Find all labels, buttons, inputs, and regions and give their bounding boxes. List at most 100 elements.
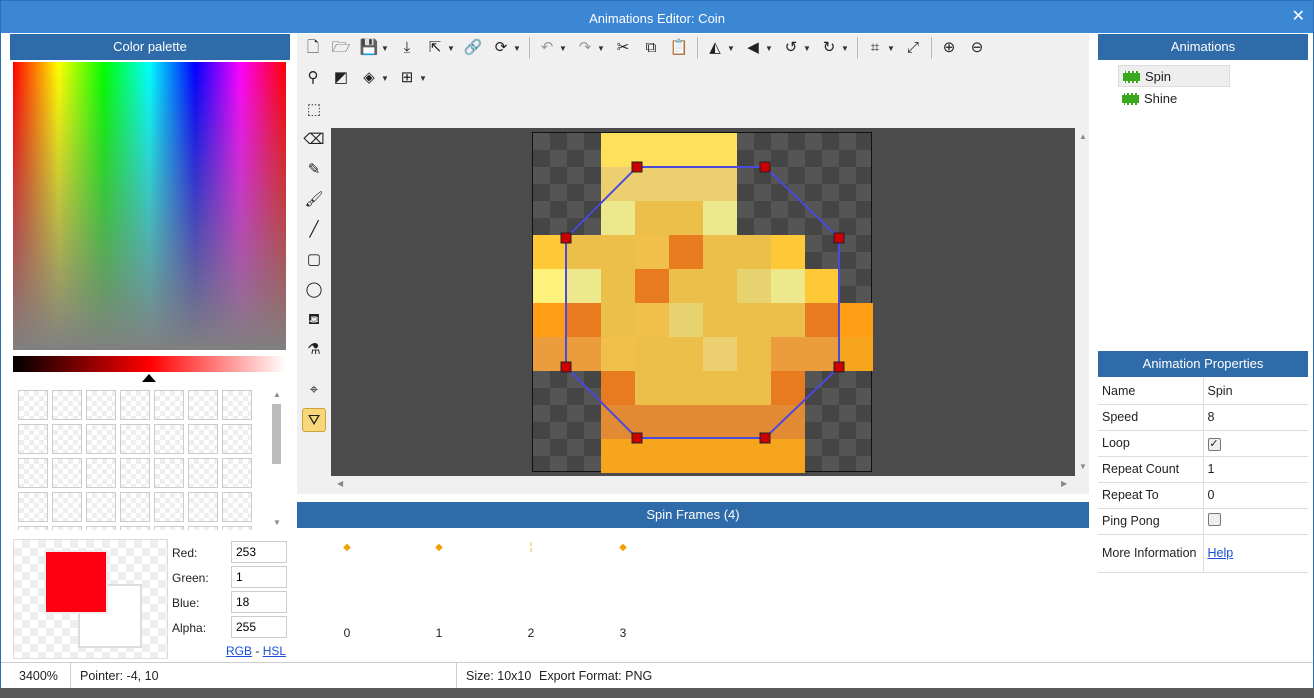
swatch-slot[interactable] (222, 458, 252, 488)
swatch-slot[interactable] (154, 424, 184, 454)
mirror-icon[interactable]: ◭ (703, 36, 727, 60)
swatch-slot[interactable] (120, 424, 150, 454)
swatch-slot[interactable] (18, 424, 48, 454)
repeat-count-value[interactable]: 1 (1203, 456, 1308, 483)
frame-thumbnail[interactable]: ¦ (511, 542, 551, 562)
animation-item-spin[interactable]: Spin (1118, 65, 1230, 87)
export-icon[interactable]: ⇱ (423, 36, 447, 60)
eraser-icon[interactable]: ⌫ (302, 128, 326, 152)
scroll-right-icon[interactable]: ▶ (1061, 479, 1067, 488)
dropdown-arrow-icon[interactable]: ▼ (447, 44, 455, 53)
canvas-area[interactable] (331, 128, 1075, 476)
zoom-in-icon[interactable]: ⊕ (937, 36, 961, 60)
polygon-handle[interactable] (759, 432, 771, 444)
help-link[interactable]: Help (1208, 546, 1234, 560)
rgb-link[interactable]: RGB (226, 644, 252, 658)
swatch-slot[interactable] (86, 526, 116, 530)
loop-checkbox[interactable]: ✓ (1207, 437, 1221, 451)
swatch-slot[interactable] (18, 492, 48, 522)
swatch-slot[interactable] (120, 458, 150, 488)
refresh-icon[interactable]: ⟳ (489, 36, 513, 60)
swatch-slot[interactable] (120, 390, 150, 420)
swatch-slot[interactable] (154, 458, 184, 488)
swatch-slot[interactable] (18, 458, 48, 488)
copy-icon[interactable]: ⧉ (639, 36, 663, 60)
ping-pong-checkbox[interactable] (1207, 513, 1221, 526)
flip-icon[interactable]: ◀ (741, 36, 765, 60)
polygon-handle[interactable] (560, 361, 572, 373)
polygon-handle[interactable] (759, 161, 771, 173)
crop-icon[interactable]: ⌗ (863, 36, 887, 60)
dropdown-arrow-icon[interactable]: ▼ (381, 74, 389, 83)
dropdown-arrow-icon[interactable]: ▼ (887, 44, 895, 53)
swatch-slot[interactable] (86, 492, 116, 522)
speed-value[interactable]: 8 (1203, 404, 1308, 431)
swatch-slot[interactable] (120, 492, 150, 522)
scroll-up-icon[interactable]: ▲ (1079, 132, 1087, 141)
scroll-down-icon[interactable]: ▼ (273, 518, 281, 527)
scroll-thumb[interactable] (272, 404, 281, 464)
dropdown-arrow-icon[interactable]: ▼ (765, 44, 773, 53)
frame-thumbnail[interactable]: ◆ (603, 542, 643, 562)
scroll-left-icon[interactable]: ◀ (337, 479, 343, 488)
primary-color-swatch[interactable] (44, 550, 108, 614)
green-field[interactable] (231, 566, 287, 588)
swatch-slot[interactable] (154, 526, 184, 530)
swatch-slot[interactable] (188, 526, 218, 530)
swatch-slot[interactable] (86, 390, 116, 420)
redo-icon[interactable]: ↷ (573, 36, 597, 60)
dropdown-arrow-icon[interactable]: ▼ (727, 44, 735, 53)
dropdown-arrow-icon[interactable]: ▼ (559, 44, 567, 53)
swatch-slot[interactable] (222, 526, 252, 530)
origin-icon[interactable]: ⌖ (302, 378, 326, 402)
red-field[interactable] (231, 541, 287, 563)
scroll-up-icon[interactable]: ▲ (273, 390, 281, 399)
ellipse-icon[interactable]: ◯ (302, 278, 326, 302)
layers-icon[interactable]: ◈ (357, 66, 381, 90)
link-icon[interactable]: 🔗 (461, 36, 485, 60)
swatch-slot[interactable] (188, 458, 218, 488)
rectangle-icon[interactable]: ▢ (302, 248, 326, 272)
swatch-slot[interactable] (154, 492, 184, 522)
frame-thumbnail[interactable]: ◆ (327, 542, 367, 562)
swatch-slot[interactable] (188, 390, 218, 420)
resize-icon[interactable]: ⤢ (901, 36, 925, 60)
swatch-slot[interactable] (86, 424, 116, 454)
invert-icon[interactable]: ◩ (329, 66, 353, 90)
polygon-handle[interactable] (631, 432, 643, 444)
polygon-handle[interactable] (833, 361, 845, 373)
hsl-link[interactable]: HSL (263, 644, 286, 658)
collision-polygon[interactable] (331, 128, 1075, 476)
brightness-slider[interactable] (13, 356, 286, 372)
fill-icon[interactable]: ⛾ (302, 308, 326, 332)
swatch-slot[interactable] (52, 424, 82, 454)
polygon-handle[interactable] (560, 232, 572, 244)
line-icon[interactable]: ╱ (302, 218, 326, 242)
search-icon[interactable]: ⚲ (301, 66, 325, 90)
slider-marker[interactable] (142, 374, 156, 382)
dropdown-arrow-icon[interactable]: ▼ (841, 44, 849, 53)
canvas-vertical-scrollbar[interactable]: ▲ ▼ (1077, 128, 1089, 476)
name-value[interactable]: Spin (1203, 378, 1308, 405)
swatch-slot[interactable] (86, 458, 116, 488)
new-icon[interactable]: 🗋 (301, 36, 325, 60)
swatch-slot[interactable] (222, 492, 252, 522)
import-icon[interactable]: ⤓ (395, 36, 419, 60)
brush-icon[interactable]: 🖌 (302, 188, 326, 212)
save-icon[interactable]: 💾 (357, 36, 381, 60)
swatch-slot[interactable] (18, 390, 48, 420)
canvas-horizontal-scrollbar[interactable]: ◀ ▶ (331, 476, 1075, 492)
picker-icon[interactable]: ⚗ (302, 338, 326, 362)
dropdown-arrow-icon[interactable]: ▼ (381, 44, 389, 53)
swatch-slot[interactable] (52, 492, 82, 522)
swatch-slot[interactable] (154, 390, 184, 420)
swatch-slot[interactable] (52, 458, 82, 488)
swatch-slot[interactable] (18, 526, 48, 530)
swatch-slot[interactable] (222, 390, 252, 420)
open-icon[interactable]: 🗁 (329, 36, 353, 60)
blue-field[interactable] (231, 591, 287, 613)
frame-thumbnail[interactable]: ◆ (419, 542, 459, 562)
grid-icon[interactable]: ⊞ (395, 66, 419, 90)
dropdown-arrow-icon[interactable]: ▼ (803, 44, 811, 53)
dropdown-arrow-icon[interactable]: ▼ (513, 44, 521, 53)
